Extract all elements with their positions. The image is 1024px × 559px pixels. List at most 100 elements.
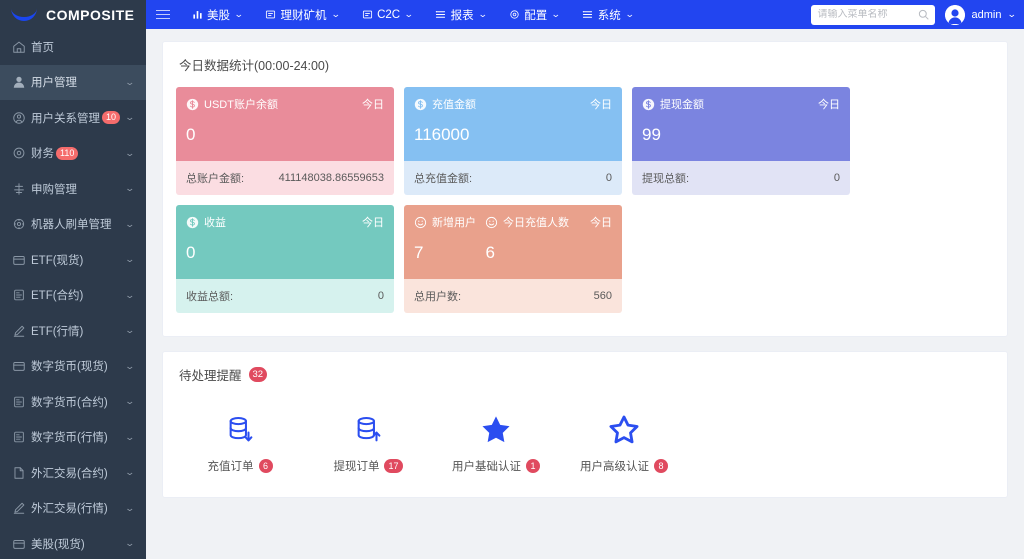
sidebar-item-0[interactable]: 首页 [0,29,146,65]
stat-card-top: 提现金额今日99 [632,87,850,161]
stat-card-header: USDT账户余额今日 [186,96,384,112]
home-icon [12,40,26,54]
stat-card-period: 今日 [818,96,840,112]
sidebar-item-label: 数字货币(行情) [31,429,108,445]
reminder-label-row: 提现订单17 [333,458,402,474]
chevron-down-icon: ⌄ [234,9,244,20]
stat-card-period: 今日 [590,96,612,112]
usstock-spot-icon [12,537,26,551]
stat-card-header: 收益今日 [186,214,384,230]
user-menu[interactable]: admin ⌄ [945,5,1016,25]
top-nav-item-2[interactable]: C2C⌄ [350,0,424,29]
chevron-down-icon: ⌄ [125,148,136,159]
stat-card-2: 提现金额今日99提现总额:0 [632,87,850,195]
stat-card-0: USDT账户余额今日0总账户金额:411148038.86559653 [176,87,394,195]
reminder-badge: 1 [526,459,540,473]
page-content: 今日数据统计(00:00-24:00) USDT账户余额今日0总账户金额:411… [146,29,1024,559]
reminder-badge: 6 [259,459,273,473]
stat-card-footer: 总账户金额:411148038.86559653 [176,161,394,195]
sidebar-item-14[interactable]: 美股(现货)⌄ [0,526,146,559]
app-root: COMPOSITE 首页用户管理⌄用户关系管理10⌄财务110⌄申购管理⌄机器人… [0,0,1024,559]
sidebar-item-12[interactable]: 外汇交易(合约)⌄ [0,455,146,491]
stat-card-title: 提现金额 [660,96,704,112]
search-input[interactable] [817,9,918,20]
sidebar-item-5[interactable]: 机器人刷单管理⌄ [0,207,146,243]
stat-card-foot-label: 总用户数: [414,288,461,304]
reminder-items: 充值订单 6 提现订单17 用户基础认证1用户高级认证8 [176,397,994,484]
reminder-item-3[interactable]: 用户高级认证8 [560,411,688,474]
reminder-item-2[interactable]: 用户基础认证1 [432,411,560,474]
sidebar-item-3[interactable]: 财务110⌄ [0,136,146,172]
sidebar-item-10[interactable]: 数字货币(合约) ⌄ [0,384,146,420]
stat-card-footer: 提现总额:0 [632,161,850,195]
stat-card-footer: 总充值金额:0 [404,161,622,195]
chevron-down-icon: ⌄ [625,9,635,20]
search-icon [918,9,929,20]
sidebar-item-1[interactable]: 用户管理⌄ [0,65,146,101]
stat-card-header: 充值金额 今日 [414,96,612,112]
top-nav-item-5[interactable]: 系统⌄ [571,0,645,29]
stat-card-value-1: 6 [485,243,494,263]
brand-logo[interactable]: COMPOSITE [0,0,146,29]
crypto-spot-icon [12,359,26,373]
today-stats-panel: 今日数据统计(00:00-24:00) USDT账户余额今日0总账户金额:411… [162,41,1008,337]
sidebar-item-4[interactable]: 申购管理 ⌄ [0,171,146,207]
top-nav-item-0[interactable]: 美股 ⌄ [180,0,254,29]
sidebar-item-9[interactable]: 数字货币(现货)⌄ [0,349,146,385]
list-icon [582,9,594,21]
stat-card-foot-value: 411148038.86559653 [279,172,384,184]
reminder-item-0[interactable]: 充值订单 6 [176,411,304,474]
sidebar-item-badge: 10 [102,111,120,124]
hamburger-icon[interactable] [146,0,180,29]
stat-card-foot-value: 0 [378,290,384,302]
stats-cards-body: USDT账户余额今日0总账户金额:411148038.86559653充值金额今… [163,87,1007,336]
user-icon [12,75,26,89]
menu-search-box[interactable] [811,5,935,25]
sidebar-item-label: ETF(合约) [31,287,83,303]
sidebar-item-label: 首页 [31,39,54,55]
coin-icon [186,216,199,229]
stat-card-title-2: 今日充值人数 [503,214,569,230]
stat-card-value-0: 116000 [414,125,469,145]
reminder-label: 用户高级认证 [580,458,649,474]
forex-futures-icon [12,466,26,480]
chevron-down-icon: ⌄ [125,219,136,230]
sidebar-item-8[interactable]: ETF(行情)⌄ [0,313,146,349]
sidebar-item-2[interactable]: 用户关系管理10⌄ [0,100,146,136]
sidebar-item-label: ETF(行情) [31,323,83,339]
sidebar-item-label: 申购管理 [31,181,77,197]
sidebar-item-label: ETF(现货) [31,252,83,268]
chart-bar-icon [191,9,203,21]
sidebar-item-11[interactable]: 数字货币(行情)⌄ [0,420,146,456]
forex-quote-icon [12,501,26,515]
sidebar-menu: 首页用户管理⌄用户关系管理10⌄财务110⌄申购管理⌄机器人刷单管理⌄ETF(现… [0,29,146,559]
sidebar-item-13[interactable]: 外汇交易(行情)⌄ [0,491,146,527]
chevron-down-icon: ⌄ [125,396,136,407]
robot-icon [12,217,26,231]
stat-card-value-0: 7 [414,243,423,263]
stat-card-title: 收益 [204,214,226,230]
sidebar-item-label: 数字货币(合约) [31,394,108,410]
stats-panel-title: 今日数据统计(00:00-24:00) [163,42,1007,87]
sidebar-item-7[interactable]: ETF(合约)⌄ [0,278,146,314]
page-title: 今日数据统计(00:00-24:00) [179,55,329,74]
reminder-item-1[interactable]: 提现订单17 [304,411,432,474]
chevron-down-icon: ⌄ [125,254,136,265]
stat-card-title: 充值金额 [432,96,476,112]
coin-icon [642,98,655,111]
sidebar-item-6[interactable]: ETF(现货) ⌄ [0,242,146,278]
smile-icon [414,216,427,229]
crypto-futures-icon [12,395,26,409]
top-nav-item-1[interactable]: 理财矿机⌄ [254,0,351,29]
top-nav-item-3[interactable]: 报表⌄ [424,0,498,29]
reminder-label: 充值订单 [208,458,254,474]
stat-card-value-0: 0 [186,243,195,263]
top-nav-item-4[interactable]: 配置⌄ [497,0,571,29]
list-icon [435,9,447,21]
chevron-down-icon: ⌄ [125,183,136,194]
stat-card-title: 新增用户 [432,214,476,230]
chevron-down-icon: ⌄ [478,9,488,20]
list-box-icon [265,9,277,21]
chevron-down-icon: ⌄ [330,9,340,20]
top-nav-label: 美股 [207,7,230,23]
